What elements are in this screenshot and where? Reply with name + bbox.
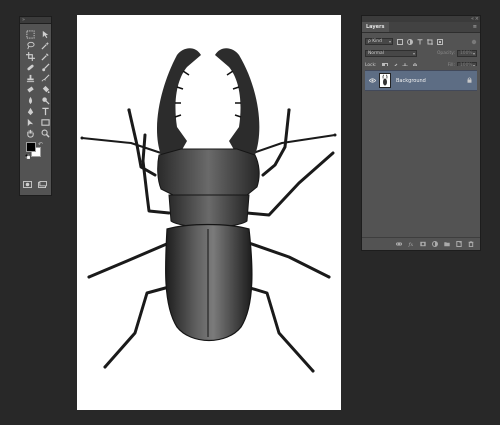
filter-adjustment-icon[interactable]: [406, 38, 413, 45]
new-group-icon[interactable]: [443, 241, 450, 248]
chevron-down-icon: ▾: [388, 39, 391, 44]
filter-shape-icon[interactable]: [426, 38, 433, 45]
layer-list: Background: [365, 66, 477, 236]
move-tool[interactable]: [39, 29, 51, 40]
blend-mode-select[interactable]: Normal ▾: [365, 50, 417, 57]
blend-mode-row: Normal ▾ Opacity: 100% ▾: [365, 48, 477, 59]
chevron-down-icon: ▾: [412, 51, 415, 56]
foreground-color-swatch[interactable]: [26, 142, 36, 152]
layers-panel-tabs: Layers ≡: [362, 22, 480, 33]
lasso-tool[interactable]: [24, 40, 36, 51]
default-colors-icon[interactable]: [25, 154, 30, 159]
filter-pixel-icon[interactable]: [396, 38, 403, 45]
pen-tool-icon: [27, 107, 33, 116]
lasso-tool-icon: [26, 41, 35, 50]
blur-tool-icon: [28, 96, 32, 105]
history-brush-tool-icon: [41, 74, 49, 82]
paint-bucket-tool-icon: [42, 85, 50, 94]
svg-text:fx: fx: [408, 242, 413, 247]
magic-wand-tool-icon: [40, 41, 49, 50]
layer-row-background[interactable]: Background: [365, 70, 477, 91]
quick-mask-icon: [23, 181, 32, 188]
screen-mode-button[interactable]: [38, 181, 47, 190]
filter-kind-label: Kind: [372, 39, 382, 44]
opacity-label: Opacity:: [436, 51, 455, 56]
history-brush-tool[interactable]: [39, 73, 51, 84]
hand-tool[interactable]: [24, 128, 36, 139]
tools-panel: » ↶: [19, 16, 52, 196]
new-adjustment-layer-icon[interactable]: [431, 241, 438, 248]
chevron-down-icon: ▾: [472, 51, 475, 56]
zoom-tool[interactable]: [39, 128, 51, 139]
rectangle-tool[interactable]: [39, 117, 51, 128]
tab-layers[interactable]: Layers: [362, 22, 389, 32]
move-tool-icon: [42, 30, 48, 39]
quick-mask-button[interactable]: [23, 181, 32, 190]
brush-tool-icon: [41, 63, 50, 72]
blend-mode-value: Normal: [368, 51, 384, 56]
type-tool[interactable]: [39, 106, 51, 117]
eyedropper-tool[interactable]: [39, 51, 51, 62]
delete-layer-icon[interactable]: [467, 241, 474, 248]
panel-menu-icon[interactable]: ≡: [473, 24, 477, 30]
layers-panel: « × Layers ≡ ρ Kind ▾ Normal ▾ Opacity: …: [361, 15, 481, 251]
add-layer-style-icon[interactable]: fx: [407, 241, 414, 248]
document-canvas[interactable]: [77, 15, 341, 410]
filter-kind-select[interactable]: ρ Kind ▾: [365, 38, 393, 45]
tools-panel-grip[interactable]: »: [20, 17, 51, 24]
eye-icon[interactable]: [368, 77, 376, 85]
brush-tool[interactable]: [39, 62, 51, 73]
clone-stamp-tool[interactable]: [24, 73, 36, 84]
healing-brush-tool[interactable]: [24, 62, 36, 73]
opacity-input[interactable]: 100% ▾: [457, 50, 477, 57]
crop-tool-icon: [25, 52, 35, 61]
screen-mode-icon: [38, 181, 47, 188]
crop-tool[interactable]: [24, 51, 36, 62]
color-swatches: ↶: [24, 141, 51, 163]
zoom-tool-icon: [41, 129, 50, 138]
rectangle-tool-icon: [40, 119, 50, 126]
filter-smart-object-icon[interactable]: [436, 38, 443, 45]
healing-brush-tool-icon: [26, 64, 34, 71]
path-selection-tool[interactable]: [24, 117, 36, 128]
layer-filter-row: ρ Kind ▾: [365, 36, 477, 47]
dodge-tool[interactable]: [39, 95, 51, 106]
clone-stamp-tool-icon: [26, 74, 34, 83]
filter-toggle-icon[interactable]: [470, 38, 477, 45]
collapse-chevron-icon[interactable]: »: [22, 17, 25, 23]
magic-wand-tool[interactable]: [39, 40, 51, 51]
opacity-value: 100%: [460, 51, 473, 56]
paint-bucket-tool[interactable]: [39, 84, 51, 95]
new-layer-icon[interactable]: [455, 241, 462, 248]
marquee-tool[interactable]: [24, 29, 36, 40]
marquee-tool-icon: [25, 30, 35, 39]
layer-name[interactable]: Background: [396, 78, 426, 84]
path-selection-tool-icon: [27, 118, 33, 127]
eraser-tool-icon: [26, 86, 34, 93]
layer-thumbnail: [379, 73, 391, 88]
layers-panel-footer: fx: [362, 237, 480, 250]
hand-tool-icon: [26, 129, 34, 138]
blur-tool[interactable]: [24, 95, 36, 106]
type-tool-icon: [41, 107, 49, 116]
swap-colors-icon[interactable]: ↶: [38, 141, 43, 148]
link-layers-icon[interactable]: [395, 241, 402, 248]
filter-type-icon[interactable]: [416, 38, 423, 45]
filter-search-icon: ρ: [368, 39, 371, 44]
dodge-tool-icon: [41, 97, 50, 105]
eyedropper-tool-icon: [40, 53, 49, 61]
eraser-tool[interactable]: [24, 84, 36, 95]
layer-lock-icon: [467, 77, 472, 85]
add-mask-icon[interactable]: [419, 241, 426, 248]
pen-tool[interactable]: [24, 106, 36, 117]
stag-beetle-image: [80, 48, 337, 373]
